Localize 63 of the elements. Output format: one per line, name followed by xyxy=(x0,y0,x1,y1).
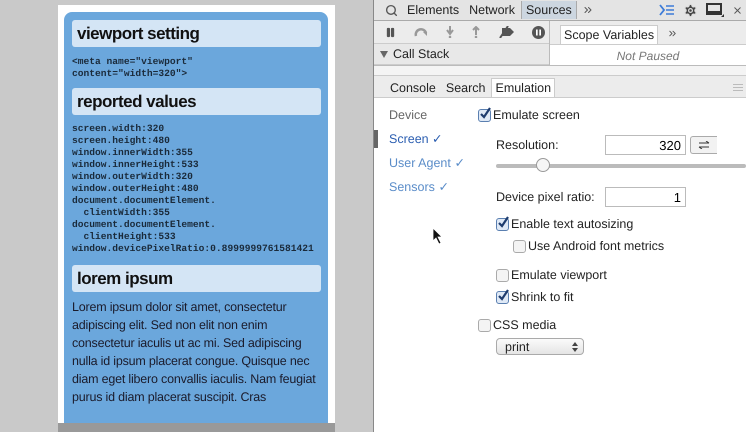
drawer-tab[interactable]: Console xyxy=(386,78,440,97)
code-line: content="width=320"> xyxy=(72,68,188,80)
dock-icon[interactable] xyxy=(706,3,724,17)
code-line: document.documentElement. xyxy=(72,195,217,207)
code-line: window.devicePixelRatio:0.8999999761581421 xyxy=(72,243,315,255)
settings-icon[interactable] xyxy=(683,2,698,18)
option-label: Enable text autosizing xyxy=(511,217,634,231)
sidebar-tab[interactable]: Scope Variables xyxy=(560,25,658,44)
drawer-tab[interactable]: Emulation xyxy=(491,78,556,97)
resolution-label: Resolution: xyxy=(496,138,560,152)
option-checkbox[interactable] xyxy=(513,240,526,252)
section-heading: lorem ipsum xyxy=(72,265,321,292)
code-line: <meta name="viewport" xyxy=(72,56,194,68)
breakpoints-toggle-icon[interactable] xyxy=(498,26,514,38)
panel-tab[interactable]: Elements xyxy=(403,1,464,19)
console-drawer-icon[interactable] xyxy=(659,4,675,16)
select-arrows-icon xyxy=(572,342,578,352)
option-label: Use Android font metrics xyxy=(528,239,664,253)
code-line: window.innerHeight:533 xyxy=(72,159,200,171)
panel-tab[interactable]: Network xyxy=(465,1,519,19)
option-label: CSS media xyxy=(493,318,556,332)
resolution-field[interactable]: 320 xyxy=(605,135,686,155)
option-label: Shrink to fit xyxy=(511,290,574,304)
css-media-checkbox[interactable] xyxy=(478,318,491,332)
more-tabs-icon[interactable] xyxy=(582,4,594,16)
resolution-slider[interactable] xyxy=(496,158,746,174)
drawer-tab[interactable]: Search xyxy=(442,78,490,97)
code-line: window.outerWidth:320 xyxy=(72,171,194,183)
emulate-screen-checkbox[interactable] xyxy=(478,108,491,122)
option-checkbox[interactable] xyxy=(496,268,509,282)
section-heading: reported values xyxy=(72,88,321,115)
option-checkbox[interactable] xyxy=(496,290,509,304)
panel-tab[interactable]: Sources xyxy=(520,1,577,19)
swap-arrows-icon xyxy=(698,141,710,149)
swap-dimensions-button[interactable] xyxy=(690,136,717,154)
option-checkbox[interactable] xyxy=(496,218,509,230)
code-line: document.documentElement. xyxy=(72,219,217,231)
call-stack-title: Call Stack xyxy=(393,47,450,62)
code-line: screen.height:480 xyxy=(72,135,171,147)
expand-triangle-icon xyxy=(380,50,388,58)
option-label: Emulate screen xyxy=(493,108,580,122)
mouse-pointer-icon xyxy=(433,228,443,244)
lorem-paragraph: Lorem ipsum dolor sit amet, consectetur adipiscing elit. Sed non elit non enim consectetur iaculis ut ac mi. Sed adipiscing nulla id ipsum placerat congue. Quisque nec diam eget libero convallis iaculis. Nam feugiat purus id diam placerat suscipit. Cras xyxy=(72,299,317,406)
section-heading: viewport setting xyxy=(72,20,321,47)
code-line: clientHeight:533 xyxy=(82,231,177,243)
emulation-section-item[interactable]: Device xyxy=(374,106,478,124)
option-label: Emulate viewport xyxy=(511,268,607,282)
pause-exceptions-icon[interactable] xyxy=(532,26,545,39)
scope-status: Not Paused xyxy=(616,48,680,63)
code-line: screen.width:320 xyxy=(72,123,166,135)
pixel-ratio-label: Device pixel ratio: xyxy=(496,190,596,204)
code-line: window.outerHeight:480 xyxy=(72,183,200,195)
slider-thumb[interactable] xyxy=(536,158,550,172)
more-tabs-icon[interactable] xyxy=(667,28,678,39)
pause-icon[interactable] xyxy=(385,26,396,38)
media-select[interactable]: print xyxy=(496,338,584,355)
pixel-ratio-field[interactable]: 1 xyxy=(605,187,686,207)
code-line: clientWidth:355 xyxy=(82,207,171,219)
close-icon[interactable] xyxy=(732,4,743,16)
call-stack-header[interactable]: Call Stack xyxy=(374,44,549,65)
search-icon[interactable] xyxy=(385,4,398,16)
emulation-section-item[interactable]: Screen ✓ xyxy=(374,130,478,148)
code-line: window.innerWidth:355 xyxy=(72,147,194,159)
